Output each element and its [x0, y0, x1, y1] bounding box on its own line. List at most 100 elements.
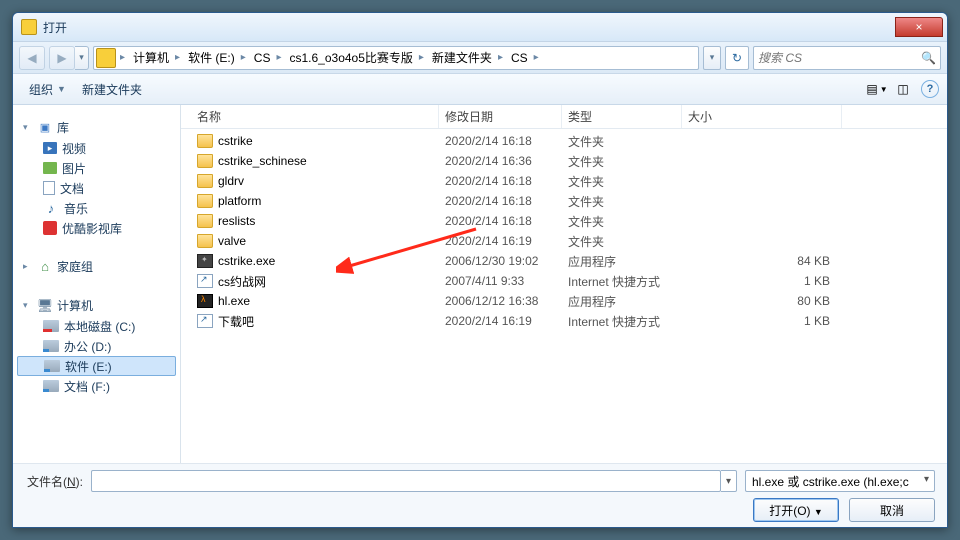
- crumb-computer[interactable]: 计算机: [127, 47, 173, 69]
- collapse-icon[interactable]: ▾: [23, 122, 33, 133]
- file-name: 下载吧: [218, 313, 254, 330]
- file-row[interactable]: platform2020/2/14 16:18文件夹: [181, 191, 947, 211]
- youku-icon: [43, 221, 57, 235]
- file-date: 2007/4/11 9:33: [439, 274, 562, 288]
- sidebar-item-video[interactable]: ▸视频: [13, 138, 180, 158]
- sidebar-item-drive-f[interactable]: 文档 (F:): [13, 376, 180, 396]
- file-type: 文件夹: [562, 233, 682, 250]
- sidebar: ▾▣库 ▸视频 图片 文档 ♪音乐 优酷影视库 ▸⌂家庭组 ▾🖥计算机 本地磁盘…: [13, 105, 181, 463]
- sidebar-item-youku[interactable]: 优酷影视库: [13, 218, 180, 238]
- titlebar: 打开 ×: [13, 13, 947, 41]
- crumb-drive-e[interactable]: 软件 (E:): [182, 47, 239, 69]
- file-icon: [197, 174, 213, 188]
- file-type: 文件夹: [562, 133, 682, 150]
- close-button[interactable]: ×: [895, 17, 943, 37]
- drive-icon: [43, 340, 59, 352]
- column-size[interactable]: 大小: [682, 105, 842, 128]
- breadcrumb-dropdown[interactable]: ▾: [703, 46, 721, 70]
- file-row[interactable]: valve2020/2/14 16:19文件夹: [181, 231, 947, 251]
- organize-menu[interactable]: 组织▼: [21, 77, 74, 102]
- file-size: 80 KB: [682, 294, 838, 308]
- column-date[interactable]: 修改日期: [439, 105, 562, 128]
- new-folder-label: 新建文件夹: [82, 81, 142, 98]
- file-row[interactable]: 下载吧2020/2/14 16:19Internet 快捷方式1 KB: [181, 311, 947, 331]
- search-icon[interactable]: 🔍: [921, 51, 936, 65]
- view-mode-button[interactable]: ▤▼: [865, 78, 889, 100]
- chevron-right-icon[interactable]: ▸: [496, 52, 505, 63]
- file-icon: [197, 194, 213, 208]
- chevron-right-icon[interactable]: ▸: [239, 52, 248, 63]
- file-row[interactable]: hl.exe2006/12/12 16:38应用程序80 KB: [181, 291, 947, 311]
- toolbar: 组织▼ 新建文件夹 ▤▼ ◫ ?: [13, 73, 947, 105]
- column-name[interactable]: 名称: [191, 105, 439, 128]
- column-type[interactable]: 类型: [562, 105, 682, 128]
- file-icon: [197, 254, 213, 268]
- file-row[interactable]: cs约战网2007/4/11 9:33Internet 快捷方式1 KB: [181, 271, 947, 291]
- filename-history-dropdown[interactable]: ▾: [721, 470, 737, 492]
- chevron-right-icon[interactable]: ▸: [274, 52, 283, 63]
- chevron-right-icon[interactable]: ▸: [417, 52, 426, 63]
- sidebar-group-library[interactable]: ▾▣库: [13, 113, 180, 138]
- crumb-cs16[interactable]: cs1.6_o3o4o5比赛专版: [283, 47, 416, 69]
- file-row[interactable]: reslists2020/2/14 16:18文件夹: [181, 211, 947, 231]
- preview-pane-button[interactable]: ◫: [891, 78, 915, 100]
- file-icon: [197, 154, 213, 168]
- app-icon: [21, 19, 37, 35]
- expand-icon[interactable]: ▸: [23, 261, 33, 272]
- nav-history-dropdown[interactable]: ▾: [75, 46, 89, 70]
- file-type: 文件夹: [562, 213, 682, 230]
- breadcrumb[interactable]: ▸ 计算机 ▸ 软件 (E:) ▸ CS ▸ cs1.6_o3o4o5比赛专版 …: [93, 46, 699, 70]
- chevron-right-icon[interactable]: ▸: [173, 52, 182, 63]
- chevron-right-icon[interactable]: ▸: [532, 52, 541, 63]
- file-filter-label: hl.exe 或 cstrike.exe (hl.exe;c: [752, 473, 909, 490]
- collapse-icon[interactable]: ▾: [23, 300, 33, 311]
- crumb-newfolder[interactable]: 新建文件夹: [426, 47, 496, 69]
- file-icon: [197, 294, 213, 308]
- sidebar-item-drive-e[interactable]: 软件 (E:): [17, 356, 176, 376]
- file-icon: [197, 314, 213, 328]
- sidebar-item-drive-d[interactable]: 办公 (D:): [13, 336, 180, 356]
- search-box[interactable]: 🔍: [753, 46, 941, 70]
- file-type: 文件夹: [562, 173, 682, 190]
- nav-back-button[interactable]: ◀: [19, 46, 45, 70]
- preview-icon: ◫: [897, 82, 908, 96]
- music-icon: ♪: [43, 201, 59, 215]
- filename-input[interactable]: [91, 470, 721, 492]
- file-row[interactable]: gldrv2020/2/14 16:18文件夹: [181, 171, 947, 191]
- crumb-cs[interactable]: CS: [248, 47, 275, 69]
- refresh-button[interactable]: ↻: [725, 46, 749, 70]
- file-row[interactable]: cstrike2020/2/14 16:18文件夹: [181, 131, 947, 151]
- file-icon: [197, 214, 213, 228]
- body: ▾▣库 ▸视频 图片 文档 ♪音乐 优酷影视库 ▸⌂家庭组 ▾🖥计算机 本地磁盘…: [13, 105, 947, 463]
- file-filter-combo[interactable]: hl.exe 或 cstrike.exe (hl.exe;c: [745, 470, 935, 492]
- file-type: 文件夹: [562, 193, 682, 210]
- chevron-down-icon: ▼: [880, 85, 888, 94]
- file-icon: [197, 134, 213, 148]
- crumb-cs-leaf[interactable]: CS: [505, 47, 532, 69]
- file-type: Internet 快捷方式: [562, 313, 682, 330]
- file-type: 应用程序: [562, 293, 682, 310]
- sidebar-group-computer[interactable]: ▾🖥计算机: [13, 291, 180, 316]
- drive-icon: [44, 360, 60, 372]
- file-date: 2020/2/14 16:18: [439, 194, 562, 208]
- nav-forward-button[interactable]: ▶: [49, 46, 75, 70]
- file-name: gldrv: [218, 174, 244, 188]
- new-folder-button[interactable]: 新建文件夹: [74, 77, 150, 102]
- file-icon: [197, 274, 213, 288]
- search-input[interactable]: [758, 51, 921, 65]
- help-button[interactable]: ?: [921, 80, 939, 98]
- file-row[interactable]: cstrike_schinese2020/2/14 16:36文件夹: [181, 151, 947, 171]
- file-type: 文件夹: [562, 153, 682, 170]
- file-row[interactable]: cstrike.exe2006/12/30 19:02应用程序84 KB: [181, 251, 947, 271]
- drive-icon: [43, 380, 59, 392]
- sidebar-group-homegroup[interactable]: ▸⌂家庭组: [13, 252, 180, 277]
- sidebar-item-drive-c[interactable]: 本地磁盘 (C:): [13, 316, 180, 336]
- file-size: 84 KB: [682, 254, 838, 268]
- open-button[interactable]: 打开(O) ▼: [753, 498, 839, 522]
- chevron-right-icon[interactable]: ▸: [118, 52, 127, 63]
- sidebar-item-pictures[interactable]: 图片: [13, 158, 180, 178]
- sidebar-item-documents[interactable]: 文档: [13, 178, 180, 198]
- sidebar-item-music[interactable]: ♪音乐: [13, 198, 180, 218]
- cancel-button[interactable]: 取消: [849, 498, 935, 522]
- file-date: 2006/12/12 16:38: [439, 294, 562, 308]
